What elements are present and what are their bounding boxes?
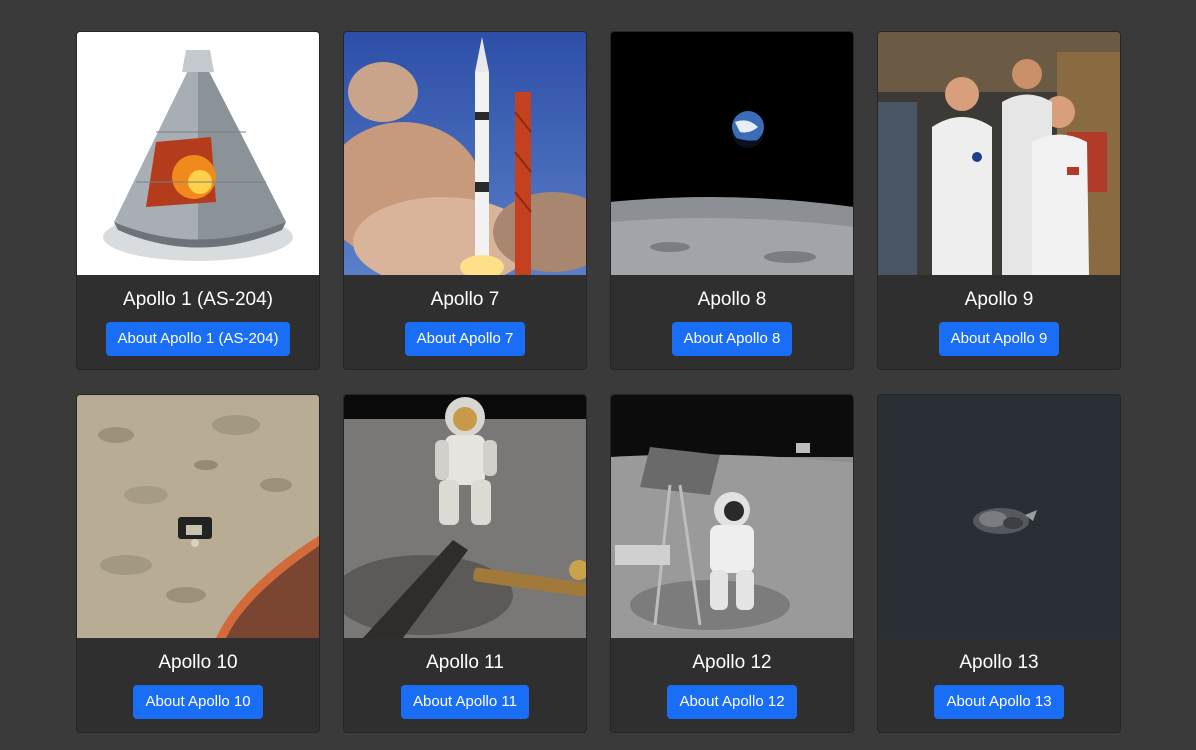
mission-title: Apollo 1 (AS-204) bbox=[123, 289, 273, 310]
astronaut-crew-image bbox=[878, 32, 1120, 275]
mission-title: Apollo 9 bbox=[964, 289, 1034, 310]
mission-title: Apollo 7 bbox=[430, 289, 500, 310]
about-apollo-7-button[interactable]: About Apollo 7 bbox=[404, 322, 526, 356]
mission-card: Apollo 11 About Apollo 11 bbox=[343, 394, 587, 733]
astronaut-on-moon-image bbox=[344, 395, 586, 638]
mission-card: Apollo 10 About Apollo 10 bbox=[76, 394, 320, 733]
saturn-rocket-launch-image bbox=[344, 32, 586, 275]
about-apollo-8-button[interactable]: About Apollo 8 bbox=[671, 322, 793, 356]
command-module-cutaway-image bbox=[77, 32, 319, 275]
mission-card: Apollo 12 About Apollo 12 bbox=[610, 394, 854, 733]
mission-title: Apollo 10 bbox=[158, 652, 238, 673]
mission-title: Apollo 12 bbox=[692, 652, 772, 673]
mission-card: Apollo 1 (AS-204) About Apollo 1 (AS-204… bbox=[76, 31, 320, 370]
mission-card: Apollo 13 About Apollo 13 bbox=[877, 394, 1121, 733]
about-apollo-9-button[interactable]: About Apollo 9 bbox=[938, 322, 1060, 356]
astronaut-with-surveyor-image bbox=[611, 395, 853, 638]
mission-card: Apollo 9 About Apollo 9 bbox=[877, 31, 1121, 370]
lunar-module-over-moon-image bbox=[77, 395, 319, 638]
mission-title: Apollo 13 bbox=[959, 652, 1039, 673]
mission-card: Apollo 7 About Apollo 7 bbox=[343, 31, 587, 370]
earthrise-image bbox=[611, 32, 853, 275]
about-apollo-12-button[interactable]: About Apollo 12 bbox=[667, 685, 797, 719]
mission-grid: Apollo 1 (AS-204) About Apollo 1 (AS-204… bbox=[76, 31, 1121, 733]
about-apollo-13-button[interactable]: About Apollo 13 bbox=[934, 685, 1064, 719]
about-apollo-1-button[interactable]: About Apollo 1 (AS-204) bbox=[105, 322, 291, 356]
service-module-in-space-image bbox=[878, 395, 1120, 638]
mission-card: Apollo 8 About Apollo 8 bbox=[610, 31, 854, 370]
mission-title: Apollo 11 bbox=[426, 652, 504, 673]
about-apollo-10-button[interactable]: About Apollo 10 bbox=[133, 685, 263, 719]
about-apollo-11-button[interactable]: About Apollo 11 bbox=[401, 685, 529, 719]
mission-title: Apollo 8 bbox=[697, 289, 767, 310]
